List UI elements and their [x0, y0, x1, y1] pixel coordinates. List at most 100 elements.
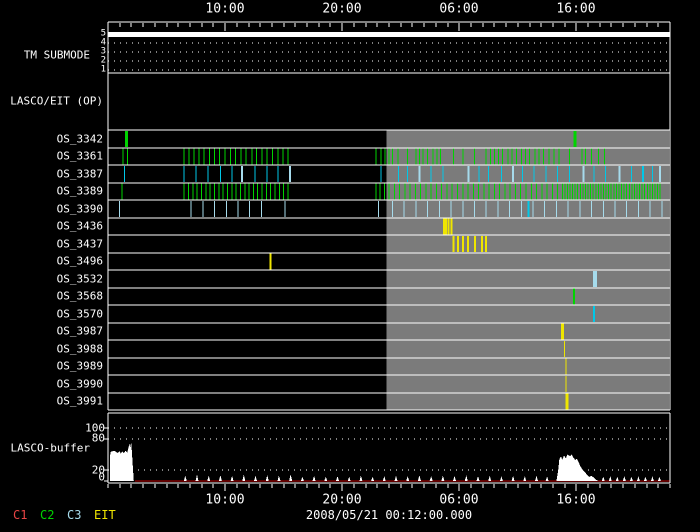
event-tick [568, 166, 570, 182]
event-tick [462, 148, 464, 165]
event-tick [418, 148, 420, 165]
event-tick [467, 166, 470, 182]
event-tick [485, 236, 488, 252]
event-tick [489, 148, 491, 165]
event-tick [231, 166, 233, 182]
event-tick [582, 166, 585, 182]
event-tick [488, 183, 490, 200]
event-tick [548, 148, 550, 165]
event-tick [392, 148, 393, 165]
event-tick [457, 236, 460, 252]
event-tick [384, 148, 386, 165]
event-tick [375, 183, 377, 200]
event-tick [277, 166, 279, 182]
event-tick [493, 183, 495, 200]
event-tick [266, 166, 268, 182]
event-tick [403, 201, 405, 217]
event-tick [564, 341, 566, 357]
event-tick [452, 148, 454, 165]
event-tick [260, 201, 262, 217]
row-label: OS_3989 [56, 359, 103, 373]
event-tick [532, 201, 534, 217]
row-label: OS_3436 [56, 219, 103, 233]
event-tick [415, 201, 417, 217]
event-tick [261, 148, 263, 165]
event-tick [608, 183, 610, 200]
event-tick [254, 166, 256, 182]
legend-item-c3: C3 [67, 508, 82, 522]
event-tick [474, 148, 475, 165]
event-tick [511, 148, 513, 165]
event-tick [422, 148, 424, 165]
event-tick [504, 183, 506, 200]
bottom-axis-label: 16:00 [556, 492, 596, 508]
event-tick [122, 148, 124, 165]
event-tick [564, 183, 566, 200]
row-label: OS_3496 [56, 254, 103, 268]
event-tick [375, 148, 377, 165]
event-tick [536, 183, 537, 200]
event-tick [659, 166, 661, 182]
event-tick [543, 148, 545, 165]
row-label: OS_3387 [56, 167, 103, 181]
tm-submode-bar [108, 32, 670, 37]
event-tick [393, 183, 395, 200]
event-tick [499, 183, 501, 200]
event-tick [500, 166, 502, 182]
event-tick [592, 183, 594, 200]
event-tick [193, 148, 195, 165]
event-tick [544, 201, 546, 217]
legend-item-c1: C1 [13, 508, 28, 522]
event-tick [561, 183, 563, 200]
event-tick [568, 148, 570, 165]
event-tick [397, 166, 399, 182]
event-tick [420, 183, 422, 200]
event-tick [209, 183, 211, 200]
event-tick [467, 183, 469, 200]
event-tick [557, 183, 559, 200]
event-tick [380, 166, 382, 182]
event-tick [654, 183, 656, 200]
event-tick [397, 148, 399, 165]
event-tick [425, 183, 427, 200]
event-tick [565, 376, 567, 392]
event-tick [605, 166, 607, 182]
event-tick [202, 201, 204, 217]
event-tick [121, 183, 123, 200]
event-tick [541, 183, 543, 200]
event-tick [590, 183, 592, 200]
row-label: OS_3532 [56, 272, 103, 286]
event-tick [467, 236, 469, 252]
event-tick [407, 148, 409, 165]
event-tick [245, 148, 247, 165]
event-tick [380, 148, 382, 165]
event-tick [557, 166, 559, 182]
row-label: OS_3437 [56, 237, 103, 251]
event-tick [651, 183, 653, 200]
event-tick [218, 183, 220, 200]
event-tick [527, 201, 530, 217]
event-tick [546, 183, 548, 200]
event-tick [446, 183, 448, 200]
event-tick [205, 183, 207, 200]
event-tick [440, 148, 441, 165]
event-tick [266, 148, 268, 165]
event-tick [430, 183, 432, 200]
top-axis-label: 16:00 [556, 1, 596, 17]
row-marks-OS_3436 [443, 218, 453, 235]
event-tick [474, 201, 475, 217]
buffer-scale-value: 80 [91, 431, 105, 445]
event-tick [582, 183, 584, 200]
event-tick [278, 183, 280, 200]
event-tick [637, 201, 639, 217]
row-marks-OS_3496 [269, 253, 272, 270]
event-tick [198, 148, 200, 165]
event-tick [447, 218, 450, 235]
event-tick [497, 201, 499, 217]
event-tick [388, 148, 390, 165]
event-tick [530, 183, 532, 200]
bottom-axis-label: 10:00 [205, 492, 245, 508]
event-tick [383, 183, 385, 200]
event-tick [289, 166, 292, 182]
event-tick [239, 183, 241, 200]
